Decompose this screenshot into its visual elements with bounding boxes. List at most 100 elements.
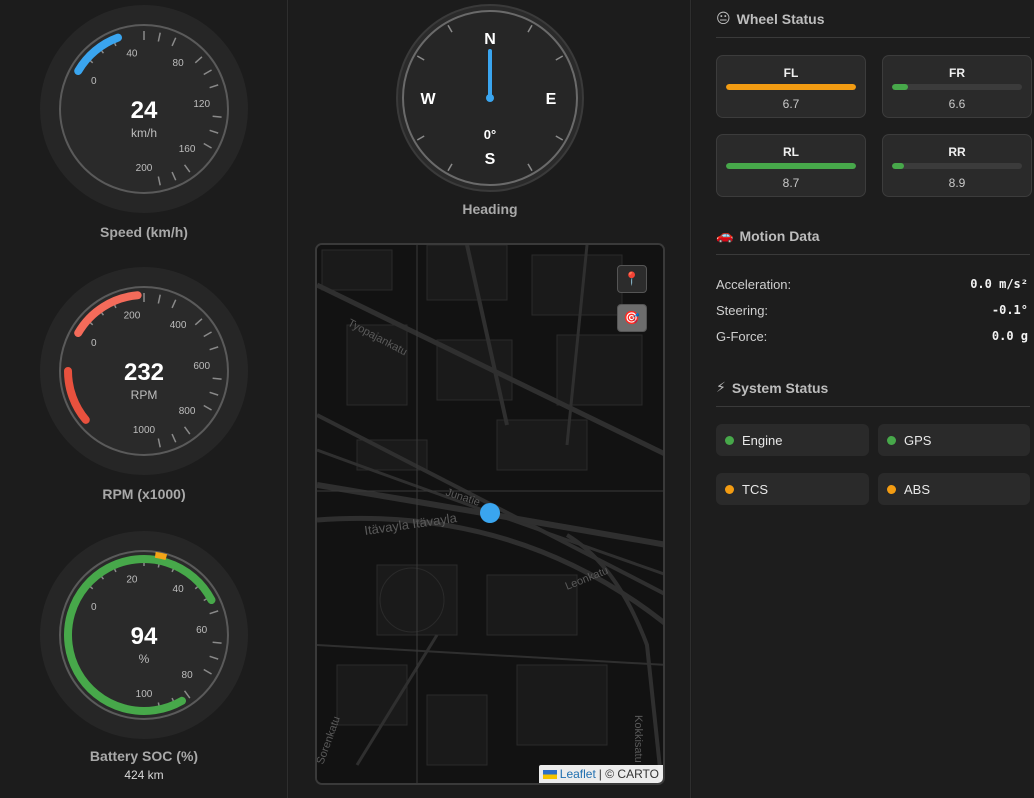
compass-degrees: 0° [484,127,496,142]
divider [716,254,1030,255]
acceleration-value: 0.0 m/s² [970,277,1028,291]
wheel-card-fl: FL 6.7 [716,55,866,118]
gauge-tick-label: 1000 [133,425,156,436]
status-dot [725,435,734,445]
status-engine: Engine [716,424,869,456]
g-force-value: 0.0 g [991,329,1028,343]
divider [716,406,1030,407]
wheel-card-rl: RL 8.7 [716,134,866,197]
acceleration-row: Acceleration: 0.0 m/s² [716,277,1030,292]
ukraine-flag-icon [542,769,557,779]
gauge-tick-label: 800 [179,406,196,417]
map-attribution: Leaflet | © CARTO [538,765,663,783]
gauge-tick-label: 80 [182,670,194,681]
wheel-value: 6.7 [782,97,800,111]
gauge-marker-arc [154,551,168,561]
motion-data-label: Motion Data [739,227,820,244]
gauge-tick [212,115,222,118]
wheel-label: RR [948,145,966,159]
system-status-label: System Status [731,379,829,396]
wheel-label: RL [783,145,799,159]
gauge-tick-label: 40 [173,584,185,595]
acceleration-label: Acceleration: [716,277,792,292]
gauge-tick [212,377,222,380]
compass: N E S W 0° [396,4,584,192]
gauge-tick-label: 0 [91,76,97,87]
system-status-title: ⚡ System Status [716,379,828,396]
wheel-status-title: 😐 Wheel Status [716,10,825,27]
gauge-unit: RPM [131,388,158,402]
wheel-label: FR [949,66,965,80]
g-force-row: G-Force: 0.0 g [716,329,1030,344]
wheel-bar-track [726,84,856,90]
navigation-panel: N E S W 0° Heading Tyopajankatu Junatie … [289,0,691,798]
compass-west: W [420,91,436,108]
gauge-tick-label: 0 [91,602,97,613]
speed-gauge: 0 40 80 120 160 200 24 km/h Speed (km/h) [0,4,288,240]
gauge-value: 232 [124,359,164,386]
status-tcs: TCS [716,473,869,505]
battery-dial: 0 20 40 60 80 100 94% [40,531,248,739]
battery-caption: Battery SOC (%) [89,748,199,764]
gauge-tick-label: 40 [126,48,138,59]
wheel-bar-track [892,163,1022,169]
map-street-label: Kokkisatu [632,715,644,763]
gauge-tick-label: 60 [196,625,208,636]
gauge-tick-label: 160 [179,144,196,155]
rpm-dial: 0 200 400 600 800 1000 232 RPM [40,267,248,475]
wheel-bar-fill [726,84,856,90]
gauge-tick-label: 20 [126,574,138,585]
wheel-status-label: Wheel Status [736,10,825,27]
map-view[interactable]: Tyopajankatu Junatie Itävayla Itävayla L… [315,243,665,785]
carto-credit: | © CARTO [598,767,659,781]
wheel-card-fr: FR 6.6 [882,55,1032,118]
leaflet-link[interactable]: Leaflet [560,767,596,781]
neutral-face-icon: 😐 [716,10,731,26]
rpm-gauge: 0 200 400 600 800 1000 232 RPM RPM (x1000) [0,266,288,502]
rpm-caption: RPM (x1000) [102,486,186,502]
status-label: GPS [904,432,932,448]
g-force-label: G-Force: [716,329,768,344]
wheel-label: FL [783,66,799,80]
gauge-tick-label: 0 [91,338,97,349]
speed-caption: Speed (km/h) [100,224,188,240]
gauge-tick-label: 100 [136,689,153,700]
compass-hub [486,94,494,102]
steering-row: Steering: -0.1° [716,303,1030,318]
target-icon: 🎯 [623,310,641,325]
gauges-panel: 0 40 80 120 160 200 24 km/h Speed (km/h) 0 200 40… [0,0,288,798]
divider [716,37,1030,38]
wheel-value: 8.7 [782,176,800,190]
compass-east: E [546,91,557,108]
status-label: Engine [742,432,783,448]
pin-icon: 📍 [623,271,641,286]
status-abs: ABS [878,473,1030,505]
wheel-bar-fill [892,84,908,90]
recenter-button[interactable]: 🎯 [617,304,647,332]
pin-button[interactable]: 📍 [617,265,647,293]
wheel-bar-fill [726,163,856,169]
wheel-value: 6.6 [948,97,966,111]
status-label: TCS [742,481,768,497]
gauge-tick-label: 120 [193,99,210,110]
status-dot [725,484,734,494]
gauge-value: 24 [131,97,158,124]
battery-range: 424 km [124,768,164,782]
status-label: ABS [904,481,931,497]
heading-caption: Heading [462,201,518,217]
lightning-icon: ⚡ [716,379,726,395]
gauge-value: 94 [131,623,158,650]
compass-north: N [484,31,496,48]
gauge-unit: % [139,652,150,666]
motion-data-title: 🚗 Motion Data [716,227,820,244]
status-panel: 😐 Wheel Status FL 6.7 FR 6.6 RL 8.7 RR 8… [692,0,1034,798]
gauge-tick-label: 200 [136,163,153,174]
gauge-tick-label: 600 [193,361,210,372]
wheel-bar-fill [892,163,904,169]
gauge-tick-label: 400 [170,320,187,331]
wheel-bar-track [726,163,856,169]
vehicle-position-marker [480,503,500,523]
status-gps: GPS [878,424,1030,456]
map-tiles: Tyopajankatu Junatie Itävayla Itävayla L… [317,245,663,783]
steering-value: -0.1° [991,303,1028,317]
